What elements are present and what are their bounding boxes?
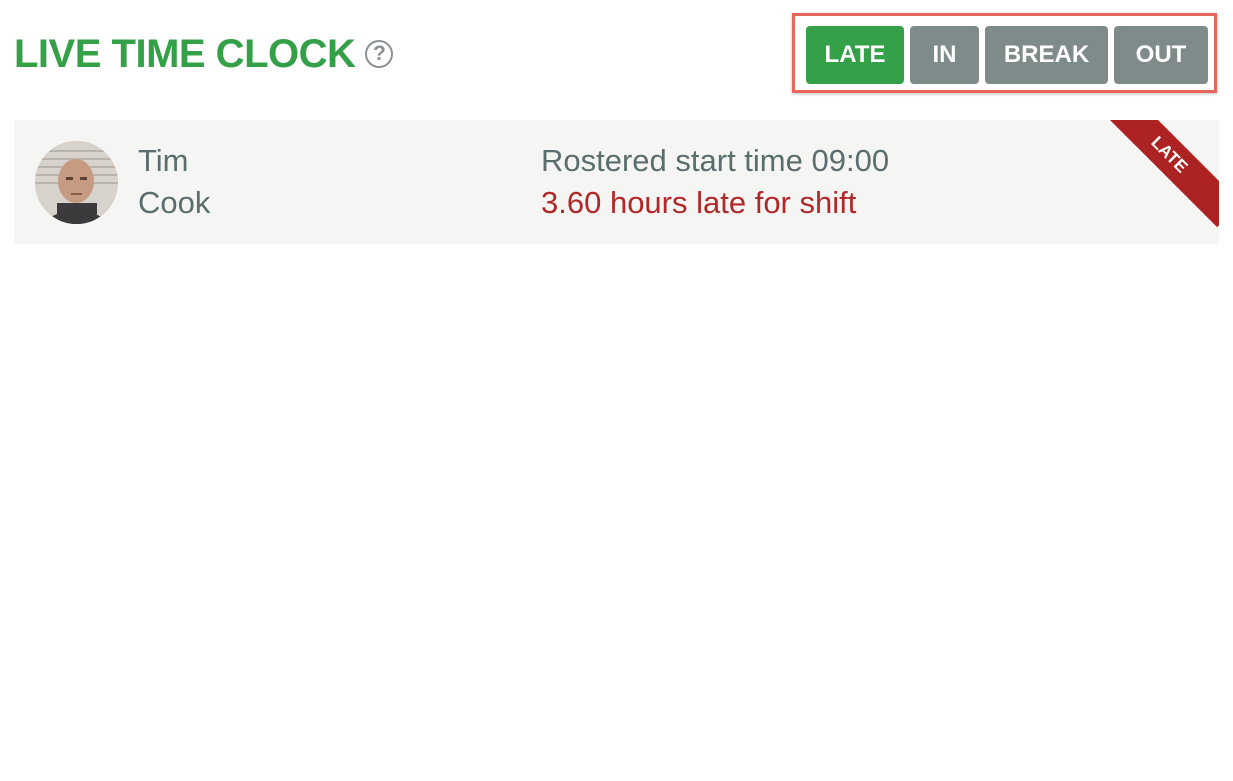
filter-late-button[interactable]: LATE (806, 26, 904, 84)
help-glyph: ? (372, 42, 386, 65)
employee-name: Tim Cook (138, 140, 210, 224)
filter-in-button[interactable]: IN (910, 26, 979, 84)
page-title: LIVE TIME CLOCK (14, 32, 356, 76)
status-filter-group: LATE IN BREAK OUT (792, 13, 1217, 93)
rostered-start-time: Rostered start time 09:00 (541, 143, 890, 178)
employee-card[interactable]: Tim Cook Rostered start time 09:00 3.60 … (14, 120, 1219, 244)
live-time-clock-page: LIVE TIME CLOCK ? LATE IN BREAK OUT Tim … (0, 0, 1233, 781)
shift-info: Rostered start time 09:00 3.60 hours lat… (541, 140, 889, 224)
employee-last-name: Cook (138, 185, 211, 220)
avatar (35, 141, 118, 224)
filter-break-button[interactable]: BREAK (985, 26, 1108, 84)
employee-first-name: Tim (138, 143, 189, 178)
filter-out-button[interactable]: OUT (1114, 26, 1208, 84)
question-circle-icon[interactable]: ? (365, 40, 394, 68)
avatar-photo (35, 141, 118, 224)
header: LIVE TIME CLOCK ? (14, 30, 394, 78)
late-ribbon: LATE (1096, 120, 1219, 228)
late-status-text: 3.60 hours late for shift (541, 185, 857, 220)
